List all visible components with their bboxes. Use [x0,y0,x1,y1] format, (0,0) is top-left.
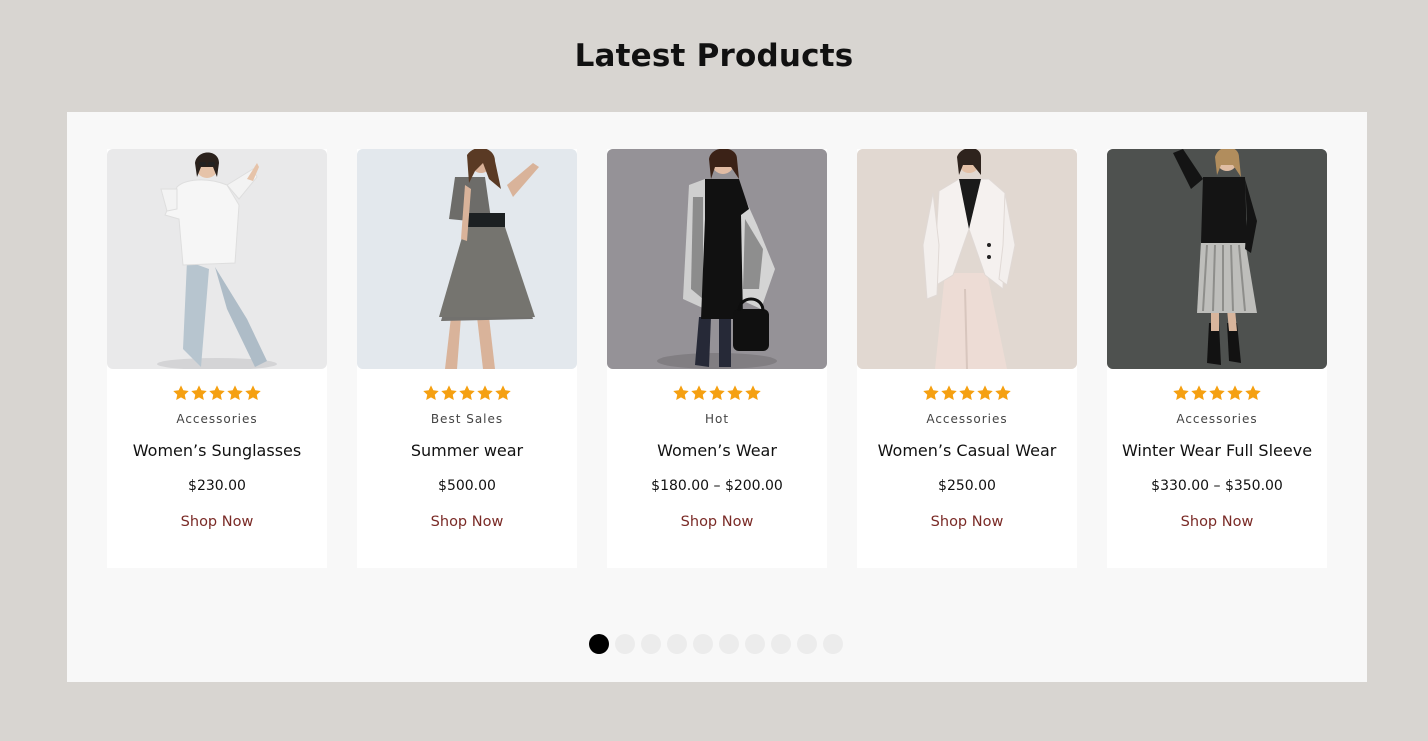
model-black-dress-image [607,149,827,369]
star-icon [244,384,262,402]
product-price: $250.00 [938,478,996,494]
product-title[interactable]: Winter Wear Full Sleeve [1122,441,1312,460]
product-image[interactable] [357,149,577,369]
star-icon [494,384,512,402]
star-icon [1244,384,1262,402]
pagination-dot[interactable] [719,634,739,654]
model-white-blazer-image [857,149,1077,369]
star-icon [1190,384,1208,402]
pagination-dot[interactable] [615,634,635,654]
product-image[interactable] [607,149,827,369]
shop-now-link[interactable]: Shop Now [1181,514,1254,530]
star-icon [672,384,690,402]
model-grey-dress-image [357,149,577,369]
pagination-dot[interactable] [823,634,843,654]
section-title: Latest Products [574,38,854,74]
star-icon [744,384,762,402]
pagination-dot[interactable] [693,634,713,654]
star-icon [922,384,940,402]
pagination-dot[interactable] [797,634,817,654]
product-card: Hot Women’s Wear $180.00 – $200.00 Shop … [607,149,827,568]
product-category[interactable]: Hot [705,412,729,426]
product-title[interactable]: Women’s Wear [657,441,777,460]
product-price: $230.00 [188,478,246,494]
products-row: Accessories Women’s Sunglasses $230.00 S… [107,149,1327,568]
product-card: Accessories Winter Wear Full Sleeve $330… [1107,149,1327,568]
star-icon [458,384,476,402]
model-pleated-skirt-image [1107,149,1327,369]
product-title[interactable]: Women’s Casual Wear [878,441,1057,460]
pagination-dot[interactable] [641,634,661,654]
product-price: $180.00 – $200.00 [651,478,783,494]
product-title[interactable]: Women’s Sunglasses [133,441,301,460]
product-image[interactable] [857,149,1077,369]
star-icon [1172,384,1190,402]
star-rating [672,384,762,402]
star-icon [190,384,208,402]
star-icon [172,384,190,402]
shop-now-link[interactable]: Shop Now [681,514,754,530]
product-category[interactable]: Accessories [1176,412,1257,426]
star-icon [958,384,976,402]
star-icon [940,384,958,402]
model-white-sweater-image [107,149,327,369]
product-category[interactable]: Best Sales [431,412,503,426]
star-icon [726,384,744,402]
star-icon [690,384,708,402]
pagination-dot[interactable] [667,634,687,654]
star-icon [994,384,1012,402]
pagination-dot[interactable] [589,634,609,654]
product-image[interactable] [107,149,327,369]
star-icon [708,384,726,402]
product-image[interactable] [1107,149,1327,369]
star-icon [226,384,244,402]
star-icon [422,384,440,402]
star-rating [172,384,262,402]
product-carousel: Accessories Women’s Sunglasses $230.00 S… [67,112,1367,682]
shop-now-link[interactable]: Shop Now [931,514,1004,530]
star-icon [1226,384,1244,402]
product-title[interactable]: Summer wear [411,441,523,460]
star-icon [1208,384,1226,402]
pagination-dot[interactable] [771,634,791,654]
product-card: Accessories Women’s Sunglasses $230.00 S… [107,149,327,568]
product-category[interactable]: Accessories [926,412,1007,426]
pagination-dot[interactable] [745,634,765,654]
star-icon [440,384,458,402]
star-icon [976,384,994,402]
star-icon [208,384,226,402]
star-rating [422,384,512,402]
carousel-pagination [589,634,843,654]
shop-now-link[interactable]: Shop Now [431,514,504,530]
product-price: $330.00 – $350.00 [1151,478,1283,494]
star-rating [1172,384,1262,402]
product-card: Best Sales Summer wear $500.00 Shop Now [357,149,577,568]
star-icon [476,384,494,402]
product-card: Accessories Women’s Casual Wear $250.00 … [857,149,1077,568]
product-price: $500.00 [438,478,496,494]
star-rating [922,384,1012,402]
shop-now-link[interactable]: Shop Now [181,514,254,530]
product-category[interactable]: Accessories [176,412,257,426]
